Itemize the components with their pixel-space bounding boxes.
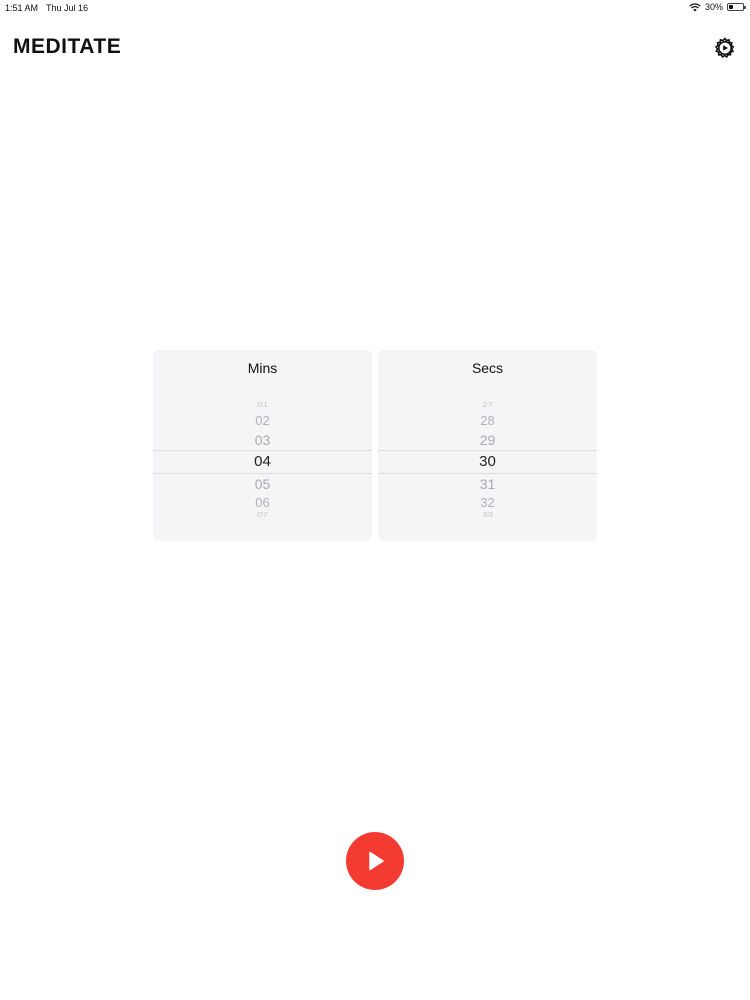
battery-fill <box>729 5 733 9</box>
seconds-option[interactable]: 27 <box>378 402 597 410</box>
app-title: MEDITATE <box>13 35 122 58</box>
seconds-option[interactable]: 32 <box>378 495 597 510</box>
wifi-icon <box>689 2 701 11</box>
seconds-selected-option[interactable]: 30 <box>378 453 597 470</box>
minutes-option[interactable]: 07 <box>153 512 372 520</box>
seconds-option[interactable]: 28 <box>378 413 597 428</box>
seconds-option[interactable]: 33 <box>378 512 597 520</box>
gear-play-icon <box>714 37 735 59</box>
seconds-option[interactable]: 31 <box>378 476 597 492</box>
meditate-screen: 1:51 AM Thu Jul 16 30% MEDITATE Mins 01 … <box>0 0 750 1000</box>
seconds-picker-label: Secs <box>471 360 504 376</box>
status-time: 1:51 AM <box>5 3 39 13</box>
battery-percent: 30% <box>704 2 723 12</box>
seconds-picker[interactable]: Secs 27 28 29 30 31 32 33 <box>378 350 597 541</box>
minutes-selected-option[interactable]: 04 <box>153 453 372 470</box>
minutes-option[interactable]: 05 <box>153 476 372 492</box>
play-button[interactable] <box>346 832 404 890</box>
settings-button[interactable] <box>713 36 737 60</box>
minutes-picker[interactable]: Mins 01 02 03 04 05 06 07 <box>153 350 372 541</box>
status-date: Thu Jul 16 <box>46 3 89 13</box>
minutes-option[interactable]: 06 <box>153 495 372 510</box>
minutes-option[interactable]: 01 <box>153 402 372 410</box>
status-indicators: 30% <box>689 2 746 12</box>
minutes-option[interactable]: 03 <box>153 432 372 448</box>
status-bar: 1:51 AM Thu Jul 16 30% <box>0 0 750 16</box>
seconds-option[interactable]: 29 <box>378 432 597 448</box>
minutes-option[interactable]: 02 <box>153 413 372 428</box>
battery-icon <box>727 3 746 11</box>
play-icon <box>369 851 384 871</box>
minutes-picker-label: Mins <box>247 360 278 376</box>
